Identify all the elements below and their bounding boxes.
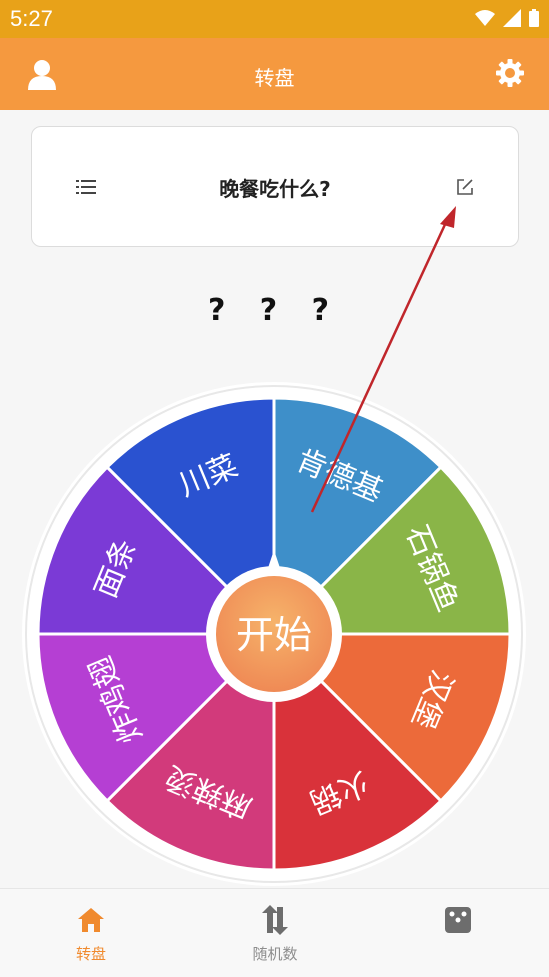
tab-label: 转盘	[75, 945, 106, 963]
tab-dice[interactable]	[398, 903, 518, 943]
bottom-tab-bar: 转盘 随机数	[0, 888, 549, 977]
home-icon	[78, 908, 104, 932]
tab-label: 随机数	[252, 945, 298, 963]
result-text: ? ? ?	[207, 293, 342, 328]
status-bar: 5:27	[0, 0, 549, 38]
question-card: 晚餐吃什么?	[31, 126, 519, 247]
swap-icon	[262, 905, 288, 935]
spin-wheel: 肯德基石锅鱼汉堡火锅麻辣烫炸鸡翅面条川菜 开始	[22, 382, 526, 886]
wifi-icon	[475, 10, 495, 26]
question-title: 晚餐吃什么?	[219, 177, 331, 201]
dice-icon	[445, 907, 471, 933]
tab-random-number[interactable]: 随机数	[215, 903, 335, 964]
battery-icon	[529, 9, 539, 27]
gear-icon[interactable]	[495, 58, 525, 88]
edit-icon[interactable]	[456, 178, 474, 196]
start-label: 开始	[236, 613, 312, 657]
page-title: 转盘	[254, 66, 295, 90]
status-time: 5:27	[10, 6, 53, 31]
app-bar: 转盘	[0, 38, 549, 110]
tab-wheel[interactable]: 转盘	[31, 903, 151, 964]
status-icons	[475, 9, 539, 27]
signal-icon	[503, 9, 521, 27]
